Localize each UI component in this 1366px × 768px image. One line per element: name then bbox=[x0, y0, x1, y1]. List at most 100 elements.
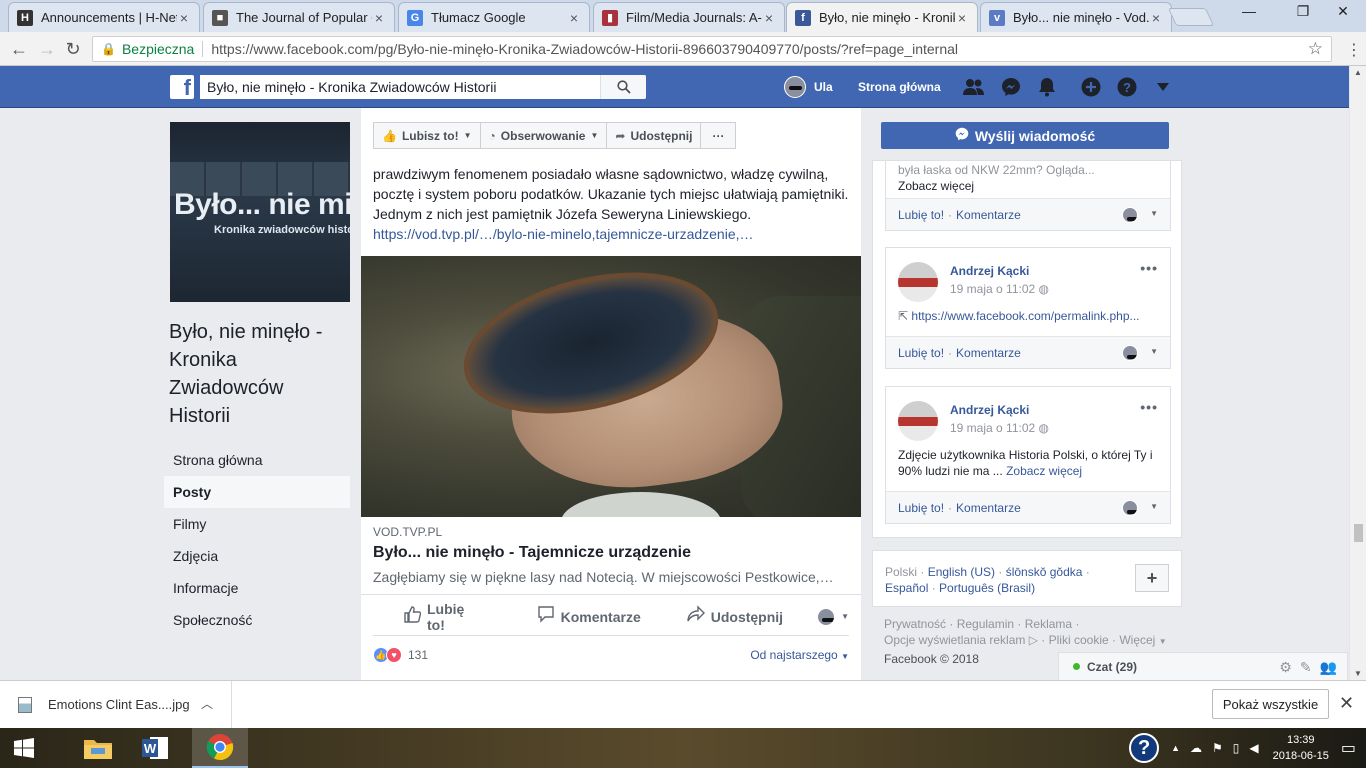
page-nav-community[interactable]: Społeczność bbox=[164, 604, 350, 636]
minimize-icon[interactable]: — bbox=[1226, 0, 1272, 22]
page-nav-about[interactable]: Informacje bbox=[164, 572, 350, 604]
close-download-bar-icon[interactable]: ✕ bbox=[1339, 693, 1354, 714]
browser-tab[interactable]: H Announcements | H-Net × bbox=[8, 2, 200, 32]
notifications-bell-icon[interactable] bbox=[1036, 76, 1058, 98]
notifications-icon[interactable]: ▭ bbox=[1341, 738, 1356, 758]
account-menu-icon[interactable] bbox=[1152, 76, 1174, 98]
post-options-icon[interactable]: ••• bbox=[1140, 260, 1158, 276]
page-scrollbar[interactable]: ▲ ▼ bbox=[1349, 66, 1366, 680]
avatar[interactable] bbox=[1122, 500, 1138, 516]
search-button[interactable] bbox=[600, 75, 646, 99]
share-button[interactable]: Udostępnij bbox=[687, 605, 783, 628]
scroll-up-icon[interactable]: ▲ bbox=[1354, 68, 1362, 77]
footer-link[interactable]: Prywatność bbox=[884, 617, 946, 631]
show-hidden-icons-icon[interactable]: ▲ bbox=[1171, 743, 1180, 753]
language-link[interactable]: Español bbox=[885, 581, 928, 595]
footer-link[interactable]: Więcej bbox=[1119, 633, 1155, 647]
file-explorer-icon[interactable] bbox=[70, 728, 126, 768]
help-icon[interactable]: ? bbox=[1129, 733, 1160, 763]
footer-link[interactable]: Opcje wyświetlania reklam bbox=[884, 633, 1025, 647]
clock[interactable]: 13:39 2018-06-15 bbox=[1273, 732, 1329, 764]
see-more-link[interactable]: Zobacz więcej bbox=[1006, 464, 1082, 478]
page-like-button[interactable]: 👍 Lubisz to! ▼ bbox=[373, 122, 481, 149]
chevron-up-icon[interactable]: ︿ bbox=[201, 695, 213, 712]
flag-icon[interactable]: ⚑ bbox=[1212, 741, 1223, 755]
post-time[interactable]: 19 maja o 11:02 ◍ bbox=[950, 421, 1049, 435]
avatar[interactable] bbox=[1122, 207, 1138, 223]
link-preview[interactable]: VOD.TVP.PL Było... nie minęło - Tajemnic… bbox=[361, 517, 861, 595]
browser-tab[interactable]: ■ The Journal of Popular Cu × bbox=[203, 2, 395, 32]
word-icon[interactable]: W bbox=[128, 728, 184, 768]
browser-tab[interactable]: v Było... nie minęło - Vod.tv × bbox=[980, 2, 1172, 32]
link-title[interactable]: Było... nie minęło - Tajemnicze urządzen… bbox=[373, 544, 691, 562]
browser-tab-active[interactable]: f Było, nie minęło - Kronika × bbox=[786, 2, 978, 32]
tab-close-icon[interactable]: × bbox=[567, 10, 581, 26]
comment-link[interactable]: Komentarze bbox=[956, 208, 1021, 222]
post-time[interactable]: 19 maja o 11:02 ◍ bbox=[950, 282, 1049, 296]
url-text[interactable]: https://www.facebook.com/pg/Było-nie-min… bbox=[211, 41, 958, 57]
more-options-button[interactable]: ··· bbox=[700, 122, 737, 149]
tab-close-icon[interactable]: × bbox=[177, 10, 191, 26]
new-tab-button[interactable] bbox=[1167, 8, 1215, 26]
language-link[interactable]: ślōnskŏ gŏdka bbox=[1006, 565, 1083, 579]
tab-close-icon[interactable]: × bbox=[1149, 10, 1163, 26]
language-link[interactable]: Português (Brasil) bbox=[939, 581, 1035, 595]
page-nav-posts[interactable]: Posty bbox=[164, 476, 350, 508]
home-link[interactable]: Strona główna bbox=[858, 80, 941, 94]
facebook-logo-icon[interactable]: f bbox=[170, 75, 194, 99]
reload-icon[interactable]: ↻ bbox=[62, 38, 84, 60]
profile-link[interactable]: Ula bbox=[784, 76, 833, 98]
scroll-down-icon[interactable]: ▼ bbox=[1354, 669, 1362, 678]
show-all-downloads-button[interactable]: Pokaż wszystkie bbox=[1212, 689, 1329, 719]
like-link[interactable]: Lubię to! bbox=[898, 346, 944, 360]
caret-down-icon[interactable]: ▼ bbox=[1150, 347, 1158, 356]
see-more-link[interactable]: Zobacz więcej bbox=[898, 178, 974, 194]
caret-down-icon[interactable]: ▼ bbox=[1150, 502, 1158, 511]
tab-close-icon[interactable]: × bbox=[762, 10, 776, 26]
post-as-selector[interactable]: ▼ bbox=[817, 607, 849, 626]
search-input[interactable] bbox=[200, 75, 600, 99]
post-options-icon[interactable]: ••• bbox=[1140, 399, 1158, 415]
more-languages-button[interactable]: + bbox=[1135, 564, 1169, 592]
page-nav-home[interactable]: Strona główna bbox=[164, 444, 350, 476]
love-reaction-icon[interactable]: ♥ bbox=[386, 647, 402, 663]
messenger-icon[interactable] bbox=[1000, 76, 1022, 98]
page-nav-videos[interactable]: Filmy bbox=[164, 508, 350, 540]
language-link[interactable]: English (US) bbox=[928, 565, 995, 579]
footer-link[interactable]: Pliki cookie bbox=[1049, 633, 1109, 647]
download-item[interactable]: Emotions Clint Eas....jpg ︿ bbox=[0, 681, 232, 728]
post-link-image[interactable] bbox=[361, 256, 861, 517]
scrollbar-thumb[interactable] bbox=[1354, 524, 1363, 542]
page-profile-picture[interactable]: Było... nie minęło Kronika zwiadowców hi… bbox=[170, 122, 350, 302]
comment-link[interactable]: Komentarze bbox=[956, 501, 1021, 515]
bookmark-star-icon[interactable]: ☆ bbox=[1308, 39, 1323, 59]
comment-button[interactable]: Komentarze bbox=[537, 605, 641, 628]
help-icon[interactable]: ? bbox=[1116, 76, 1138, 98]
comment-sort-dropdown[interactable]: Od najstarszego ▼ bbox=[750, 648, 849, 662]
back-icon[interactable]: ← bbox=[8, 38, 30, 60]
reaction-count[interactable]: 131 bbox=[408, 648, 428, 662]
forward-icon[interactable]: → bbox=[36, 38, 58, 60]
browser-menu-icon[interactable]: ⋮ bbox=[1346, 40, 1362, 60]
chat-tab[interactable]: Czat (29) ⚙ ✎ 👥 bbox=[1058, 652, 1348, 680]
browser-tab[interactable]: ▮ Film/Media Journals: A-F × bbox=[593, 2, 785, 32]
footer-link[interactable]: Reklama bbox=[1025, 617, 1072, 631]
chrome-icon[interactable] bbox=[192, 728, 248, 768]
footer-link[interactable]: Regulamin bbox=[957, 617, 1014, 631]
volume-icon[interactable]: ◀ bbox=[1249, 741, 1258, 755]
shared-link[interactable]: ⇱ https://www.facebook.com/permalink.php… bbox=[898, 308, 1140, 324]
tab-close-icon[interactable]: × bbox=[372, 10, 386, 26]
page-nav-photos[interactable]: Zdjęcia bbox=[164, 540, 350, 572]
browser-tab[interactable]: G Tłumacz Google × bbox=[398, 2, 590, 32]
chat-settings-gear-icon[interactable]: ⚙ bbox=[1279, 659, 1292, 676]
caret-down-icon[interactable]: ▼ bbox=[1150, 209, 1158, 218]
create-plus-icon[interactable] bbox=[1080, 76, 1102, 98]
start-windows-icon[interactable] bbox=[0, 728, 48, 768]
follow-button[interactable]: ◔ Obserwowanie ▼ bbox=[479, 122, 608, 149]
author-name[interactable]: Andrzej Kącki bbox=[950, 264, 1049, 278]
battery-icon[interactable]: ▯ bbox=[1233, 741, 1240, 755]
avatar[interactable] bbox=[1122, 345, 1138, 361]
page-share-button[interactable]: ➦ Udostępnij bbox=[606, 122, 702, 149]
author-avatar[interactable] bbox=[898, 401, 938, 441]
tab-close-icon[interactable]: × bbox=[955, 10, 969, 26]
